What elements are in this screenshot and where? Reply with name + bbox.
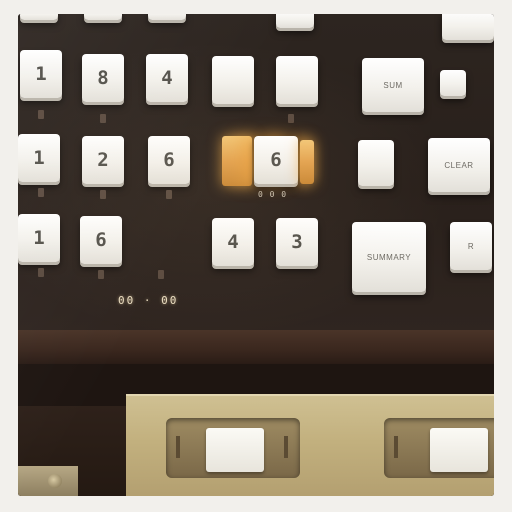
key-label: 4 [227, 231, 239, 253]
slot-pin [394, 436, 398, 458]
key-r3-1[interactable]: 1 [18, 214, 60, 262]
photo-frame: 1 8 4 SUM 1 2 6 6 0 0 0 CLEAR 1 6 4 3 SU… [18, 14, 494, 496]
key-stem [100, 114, 106, 123]
key-r3-summary[interactable]: SUMMARY [352, 222, 426, 292]
key-label: 2 [97, 149, 109, 171]
key-r1-1[interactable]: 1 [20, 50, 62, 98]
key-stem [100, 190, 106, 199]
key-label: 6 [95, 229, 107, 251]
key-label: 4 [161, 67, 173, 89]
key-r3-2[interactable]: 6 [80, 216, 122, 264]
key-label: 3 [291, 231, 303, 253]
key-label: 6 [163, 149, 175, 171]
key-r2-function[interactable] [358, 140, 394, 186]
key-label: 1 [33, 227, 45, 249]
key-top-cut[interactable] [84, 14, 122, 20]
screw-icon [48, 474, 62, 488]
status-readout: 00 · 00 [118, 294, 179, 307]
key-stem [98, 270, 104, 279]
key-label: 1 [35, 63, 47, 85]
key-top-cut[interactable] [20, 14, 58, 20]
slot-pin [284, 436, 288, 458]
key-label: CLEAR [444, 160, 474, 170]
key-r2-3[interactable]: 6 [148, 136, 190, 184]
toggle-switch-left[interactable] [206, 428, 264, 472]
slot-pin [176, 436, 180, 458]
keypad-panel: 1 8 4 SUM 1 2 6 6 0 0 0 CLEAR 1 6 4 3 SU… [18, 14, 494, 334]
panel-ledge [18, 330, 494, 364]
key-top-cut[interactable] [148, 14, 186, 20]
key-stem [38, 110, 44, 119]
key-r2-2[interactable]: 2 [82, 136, 124, 184]
key-r3-small[interactable]: R [450, 222, 492, 270]
key-stem [288, 114, 294, 123]
key-r2-clear[interactable]: CLEAR [428, 138, 490, 192]
key-top-cut[interactable] [276, 14, 314, 28]
key-r1-function[interactable]: SUM [362, 58, 424, 112]
key-r3-4[interactable]: 3 [276, 218, 318, 266]
switch-slot-left [166, 418, 300, 478]
toggle-switch-right[interactable] [430, 428, 488, 472]
key-label: R [467, 241, 475, 251]
key-stem [166, 190, 172, 199]
key-stem [38, 188, 44, 197]
key-r2-1[interactable]: 1 [18, 134, 60, 182]
indicator-lamp-right [300, 140, 314, 184]
indicator-lamp [222, 136, 252, 186]
lower-left-housing [18, 406, 128, 496]
key-label: 6 [270, 149, 282, 171]
key-r3-3[interactable]: 4 [212, 218, 254, 266]
mounting-foot [18, 466, 78, 496]
switch-slot-right [384, 418, 494, 478]
base-plate [126, 394, 494, 496]
key-r2-4-lit[interactable]: 6 [254, 136, 298, 184]
key-r1-2[interactable]: 8 [82, 54, 124, 102]
key-label: 8 [97, 67, 109, 89]
key-label: SUMMARY [366, 252, 412, 262]
key-label: SUM [383, 80, 403, 90]
key-r1-4[interactable] [212, 56, 254, 104]
lamp-marks: 0 0 0 [258, 190, 288, 199]
key-label: 1 [33, 147, 45, 169]
key-r1-3[interactable]: 4 [146, 54, 188, 102]
key-top-cut[interactable] [442, 14, 494, 40]
key-r1-5[interactable] [276, 56, 318, 104]
key-r1-small[interactable] [440, 70, 466, 96]
key-stem [158, 270, 164, 279]
key-stem [38, 268, 44, 277]
